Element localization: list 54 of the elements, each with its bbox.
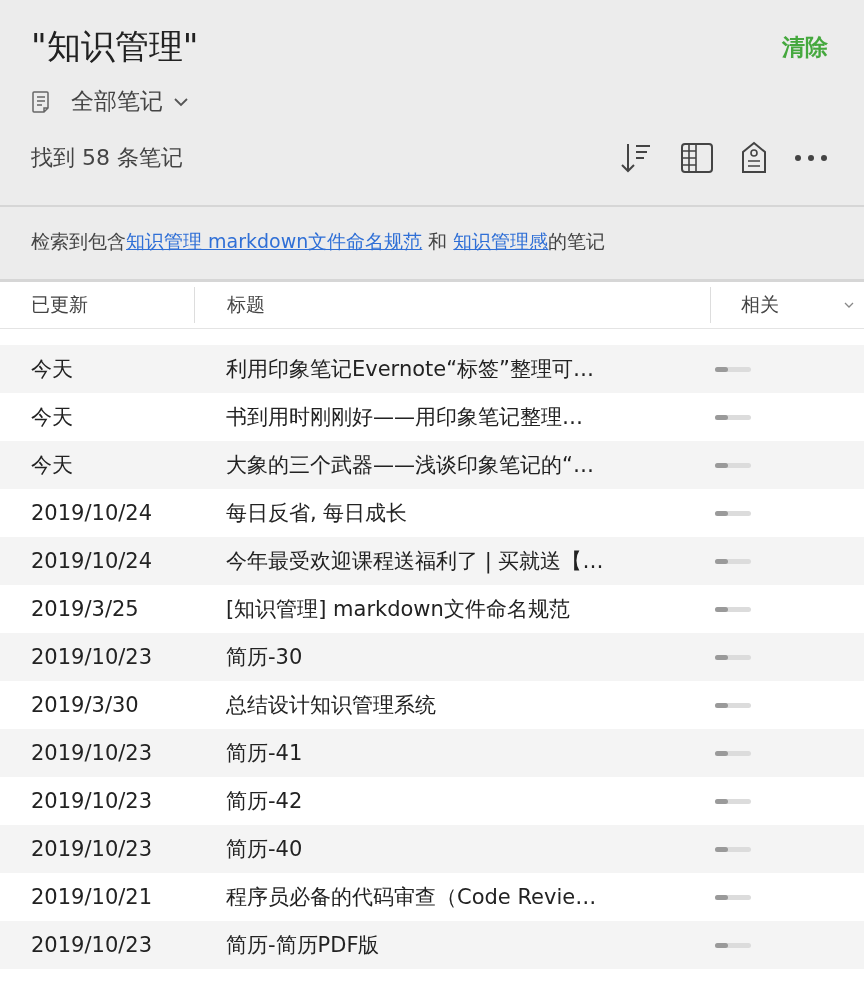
note-row[interactable]: 2019/3/25 [知识管理] markdown文件命名规范 [0, 585, 864, 633]
date-cell-text: 今天 [30, 356, 74, 383]
date-cell-text: 2019/10/23 [30, 789, 154, 813]
title-cell-text: 简历-简历PDF版 [225, 932, 381, 959]
date-cell-text: 今天 [30, 404, 74, 431]
date-cell-text: 2019/10/23 [30, 645, 154, 669]
title-cell-text: 每日反省, 每日成长 [225, 500, 409, 527]
column-header[interactable]: 已更新 [0, 287, 194, 323]
note-row[interactable]: 2019/3/30 总结设计知识管理系统 [0, 681, 864, 729]
table-view-icon[interactable] [680, 142, 714, 174]
note-row[interactable]: 今天 大象的三个武器——浅谈印象笔记的“… [0, 441, 864, 489]
title-cell-text: 程序员必备的代码审查（Code Revie… [225, 884, 598, 911]
title-cell-text: 简历-40 [225, 836, 304, 863]
title-cell-text: [知识管理] markdown文件命名规范 [225, 596, 571, 623]
keyword-link[interactable]: 知识管理感 [453, 230, 549, 252]
date-cell-text: 今天 [30, 452, 74, 479]
date-cell-text: 2019/3/30 [30, 693, 140, 717]
note-row[interactable]: 今天 利用印象笔记Evernote“标签”整理可… [0, 345, 864, 393]
title-cell-text: 总结设计知识管理系统 [225, 692, 437, 719]
note-row[interactable]: 2019/10/24 每日反省, 每日成长 [0, 489, 864, 537]
date-cell-text: 2019/10/21 [30, 885, 154, 909]
result-count: 找到 58 条笔记 [31, 144, 183, 172]
chevron-icon [173, 96, 189, 107]
note-row[interactable]: 2019/10/24 今年最受欢迎课程送福利了 | 买就送【… [0, 537, 864, 585]
more-icon[interactable] [794, 153, 828, 163]
column-header[interactable]: 相关 [710, 287, 864, 323]
title-cell-text: 简历-41 [225, 740, 304, 767]
column-header[interactable]: 标题 [194, 287, 710, 323]
note-row[interactable]: 今天 书到用时刚刚好——用印象笔记整理… [0, 393, 864, 441]
note-row[interactable]: 2019/10/21 程序员必备的代码审查（Code Revie… [0, 873, 864, 921]
keyword-link[interactable]: 知识管理 markdown文件命名规范 [126, 230, 423, 252]
date-cell-text: 2019/3/25 [30, 597, 140, 621]
date-cell-text: 2019/10/23 [30, 837, 154, 861]
chevron-icon [844, 302, 854, 308]
date-cell-text: 2019/10/24 [30, 549, 154, 573]
date-cell-text: 2019/10/23 [30, 741, 154, 765]
note-row[interactable]: 2019/10/23 简历-简历PDF版 [0, 921, 864, 969]
notebook-dropdown[interactable]: 全部笔记 [71, 86, 189, 117]
note-row[interactable]: 2019/10/23 简历-41 [0, 729, 864, 777]
title-cell-text: 简历-30 [225, 644, 304, 671]
search-title: "知识管理" [31, 25, 199, 68]
title-cell-text: 利用印象笔记Evernote“标签”整理可… [225, 356, 595, 383]
title-cell-text: 简历-42 [225, 788, 304, 815]
note-icon [31, 89, 51, 114]
note-row[interactable]: 2019/10/23 简历-40 [0, 825, 864, 873]
tag-icon[interactable] [740, 141, 768, 175]
title-cell-text: 书到用时刚刚好——用印象笔记整理… [225, 404, 584, 431]
note-row[interactable]: 2019/10/23 简历-42 [0, 777, 864, 825]
date-cell-text: 2019/10/24 [30, 501, 154, 525]
title-cell-text: 今年最受欢迎课程送福利了 | 买就送【… [225, 548, 605, 575]
note-row[interactable]: 2019/10/23 简历-30 [0, 633, 864, 681]
query-summary: 检索到包含知识管理 markdown文件命名规范 和 知识管理感的笔记 [31, 229, 607, 254]
title-cell-text: 大象的三个武器——浅谈印象笔记的“… [225, 452, 595, 479]
date-cell-text: 2019/10/23 [30, 933, 154, 957]
